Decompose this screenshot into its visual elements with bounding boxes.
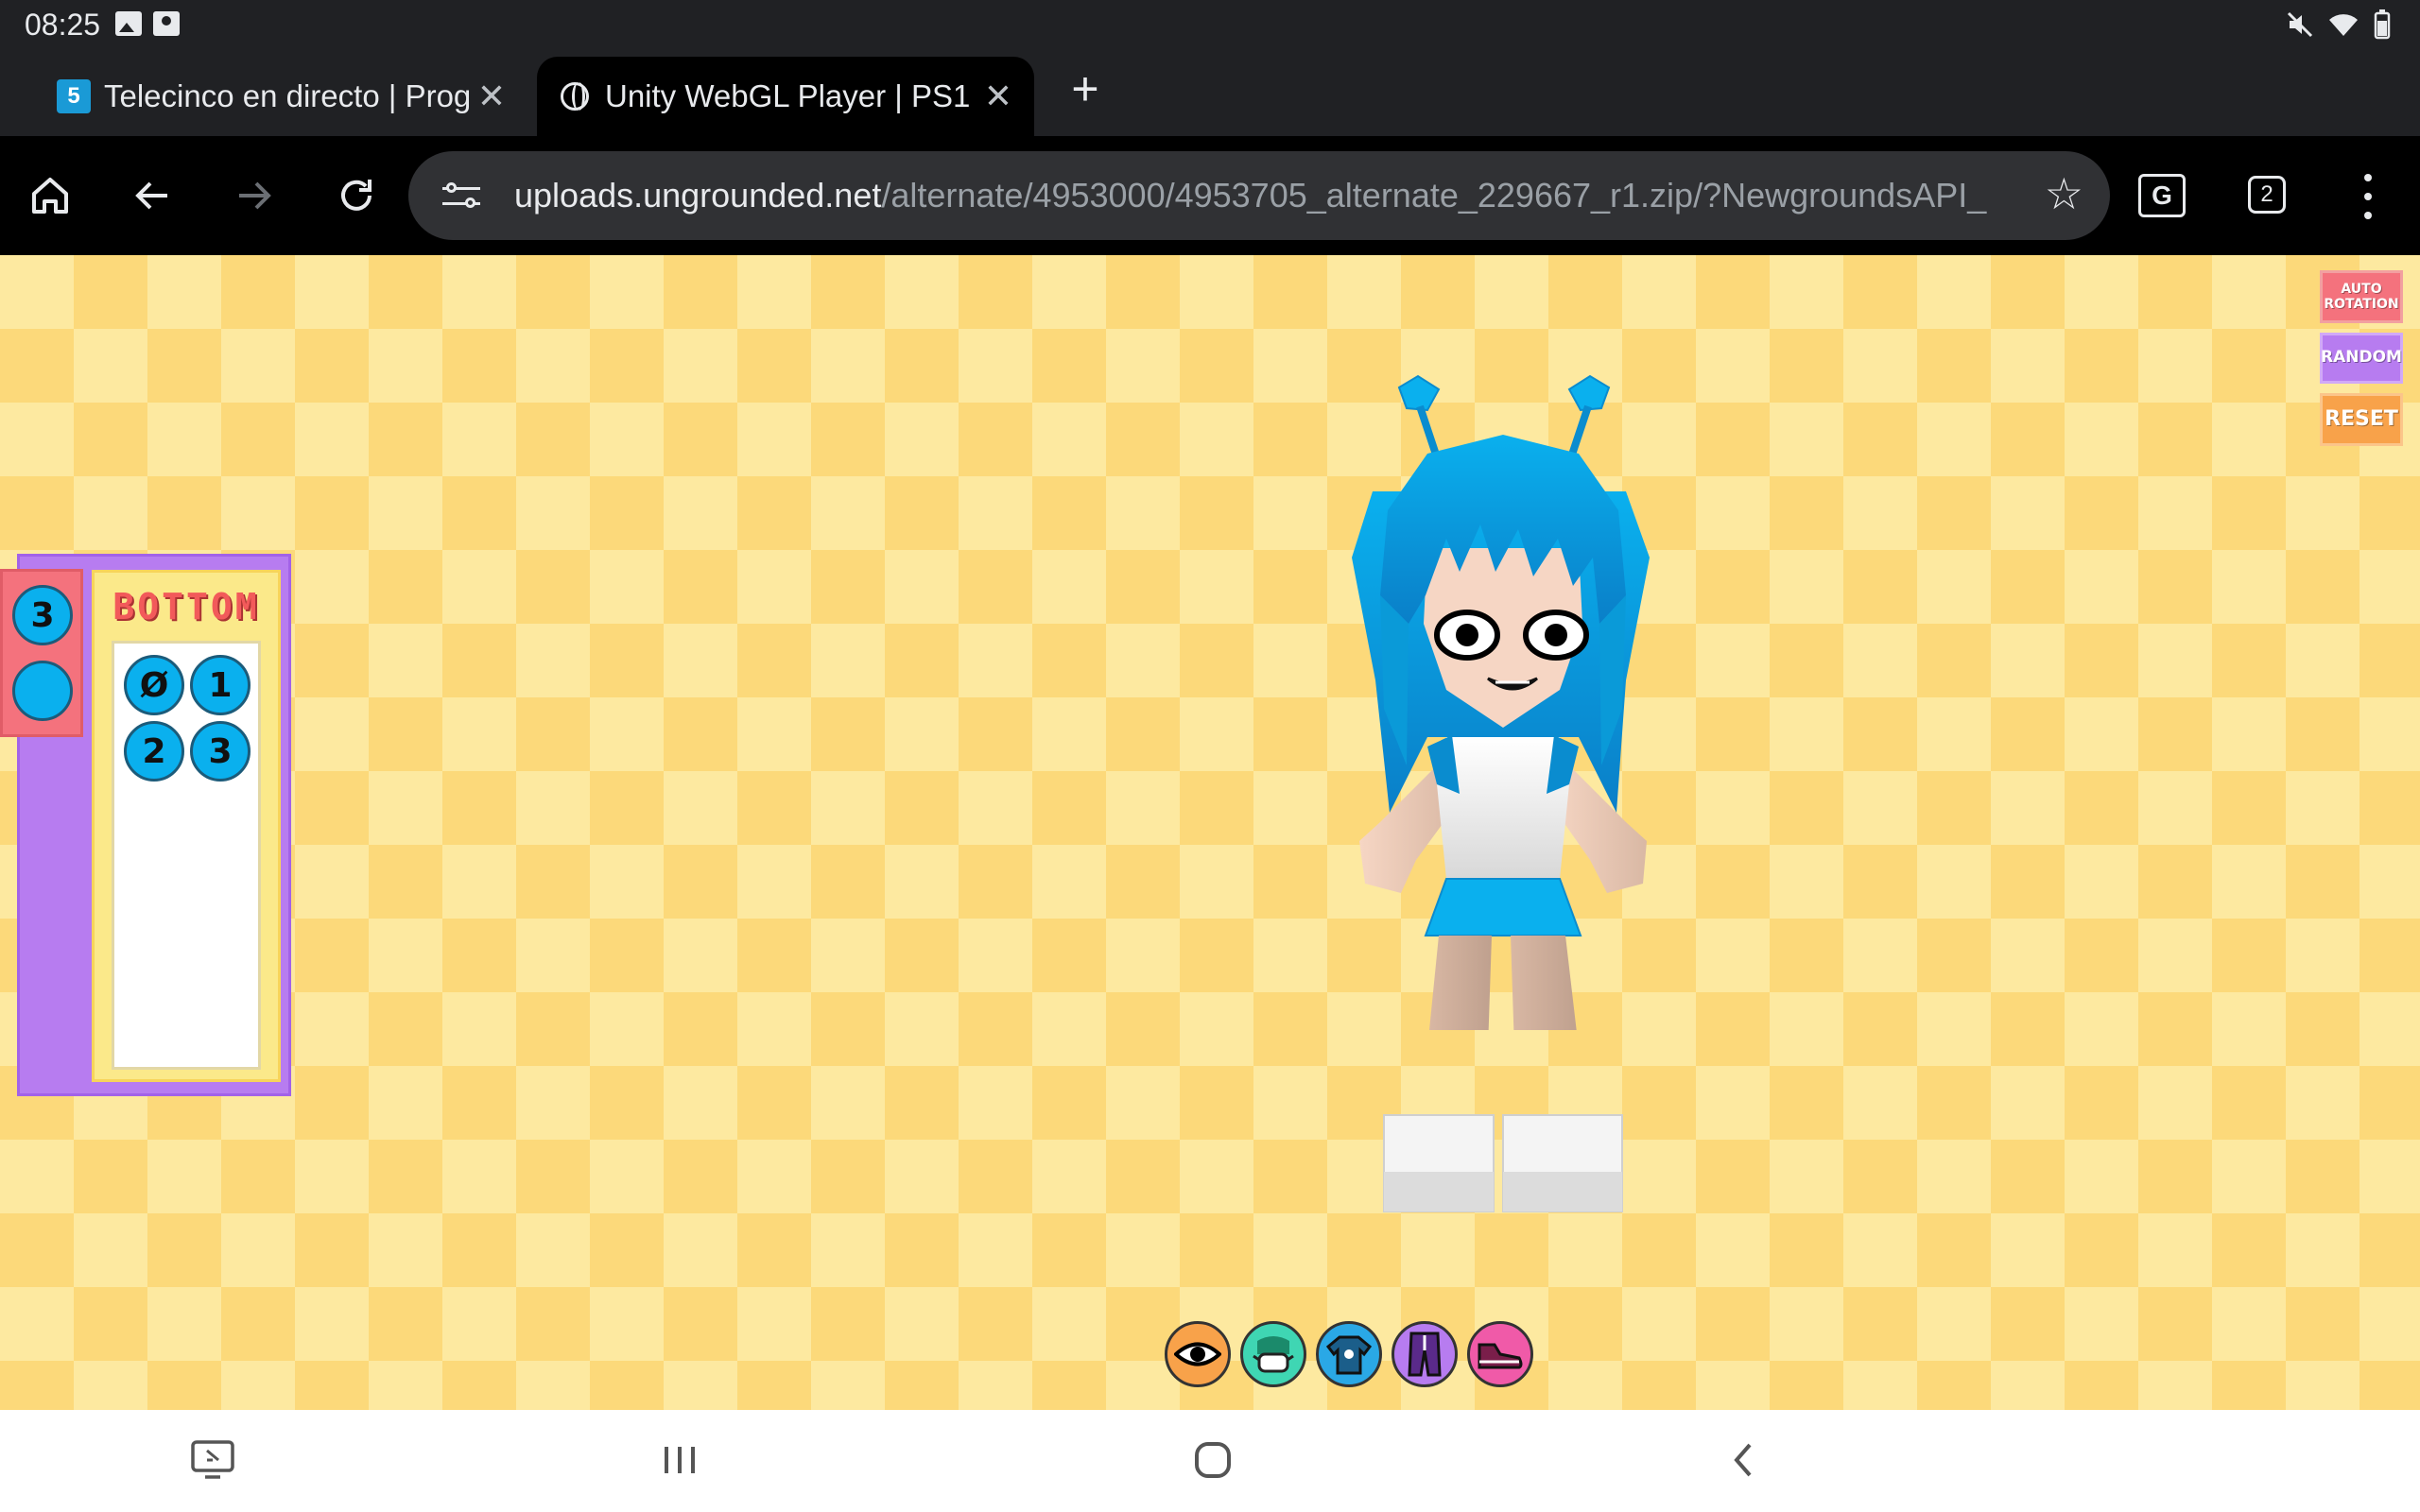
- system-nav-bar: [0, 1410, 2420, 1512]
- category-bar: [1165, 1321, 1533, 1387]
- shirt-icon[interactable]: [1316, 1321, 1382, 1387]
- option-2[interactable]: 2: [124, 721, 184, 782]
- forward-button[interactable]: [223, 164, 285, 227]
- arrow-right-icon: [239, 181, 271, 210]
- left-leg: [1429, 936, 1492, 1030]
- option-1[interactable]: 1: [190, 655, 251, 715]
- gallery-icon: [115, 11, 142, 36]
- back-icon[interactable]: [1711, 1431, 1777, 1489]
- new-tab-button[interactable]: +: [1059, 62, 1112, 115]
- reload-icon: [341, 180, 372, 211]
- tab-telecinco[interactable]: 5 Telecinco en directo | Progra ✕: [36, 57, 527, 136]
- auto-rotation-button[interactable]: AUTO ROTATION: [2320, 270, 2403, 323]
- mute-icon: [2287, 11, 2313, 38]
- status-bar: 08:25: [0, 0, 2420, 49]
- status-notification-icons: [115, 11, 180, 36]
- bookmark-star-icon[interactable]: ☆: [2045, 168, 2083, 219]
- globe-icon: [558, 79, 592, 113]
- unity-webgl-canvas[interactable]: AUTO ROTATION RANDOM RESET BOTTOM Ø 1 2 …: [0, 255, 2420, 1410]
- home-button[interactable]: [19, 164, 81, 227]
- status-system-icons: [2286, 9, 2392, 40]
- mask-icon[interactable]: [1240, 1321, 1306, 1387]
- panel-title: BOTTOM: [112, 586, 260, 627]
- random-button[interactable]: RANDOM: [2320, 333, 2403, 384]
- reload-button[interactable]: [325, 164, 388, 227]
- tab-title: Telecinco en directo | Progra: [104, 78, 469, 113]
- wifi-icon: [2329, 14, 2358, 36]
- screen-icon[interactable]: [180, 1431, 246, 1489]
- tab-strip: 5 Telecinco en directo | Progra ✕ Unity …: [0, 49, 2420, 136]
- photo-icon: [153, 11, 180, 36]
- tab-title: Unity WebGL Player | PS1 Ch: [605, 78, 976, 113]
- address-bar[interactable]: uploads.ungrounded.net/alternate/4953000…: [408, 151, 2110, 240]
- site-settings-icon[interactable]: [442, 180, 480, 212]
- close-icon[interactable]: ✕: [476, 77, 507, 116]
- character-shoes: [1383, 1114, 1623, 1212]
- options-card: BOTTOM Ø 1 2 3: [92, 570, 281, 1082]
- shoe-icon[interactable]: [1467, 1321, 1533, 1387]
- back-button[interactable]: [121, 164, 183, 227]
- recents-icon[interactable]: [647, 1431, 713, 1489]
- options-list: Ø 1 2 3: [112, 641, 261, 1070]
- tab-switcher-button[interactable]: 2: [2248, 176, 2286, 214]
- tab-unity-webgl[interactable]: Unity WebGL Player | PS1 Ch ✕: [537, 57, 1034, 136]
- skirt: [1424, 878, 1582, 936]
- translate-icon[interactable]: G: [2138, 174, 2186, 217]
- close-icon[interactable]: ✕: [983, 77, 1013, 116]
- home-icon: [32, 178, 68, 214]
- variant-tab-3[interactable]: 3: [12, 585, 73, 645]
- shirt: [1437, 737, 1569, 879]
- url-path: /alternate/4953000/4953705_alternate_229…: [881, 176, 1987, 215]
- variant-tabs: 3: [0, 569, 83, 737]
- home-icon[interactable]: [1180, 1431, 1246, 1489]
- arrow-left-icon: [135, 181, 167, 210]
- eye-icon[interactable]: [1165, 1321, 1231, 1387]
- telecinco-icon: 5: [57, 79, 91, 113]
- url-text[interactable]: uploads.ungrounded.net/alternate/4953000…: [514, 176, 1989, 215]
- reset-button[interactable]: RESET: [2320, 393, 2403, 446]
- browser-toolbar: uploads.ungrounded.net/alternate/4953000…: [0, 136, 2420, 255]
- url-host: uploads.ungrounded.net: [514, 176, 882, 215]
- status-time: 08:25: [25, 8, 101, 42]
- more-menu-icon[interactable]: [2354, 168, 2382, 225]
- variant-tab-color[interactable]: [12, 661, 73, 721]
- character-model[interactable]: [1286, 369, 1720, 1030]
- option-3[interactable]: 3: [190, 721, 251, 782]
- option-none[interactable]: Ø: [124, 655, 184, 715]
- battery-icon: [2374, 9, 2391, 40]
- pants-icon[interactable]: [1392, 1321, 1458, 1387]
- right-leg: [1511, 936, 1577, 1030]
